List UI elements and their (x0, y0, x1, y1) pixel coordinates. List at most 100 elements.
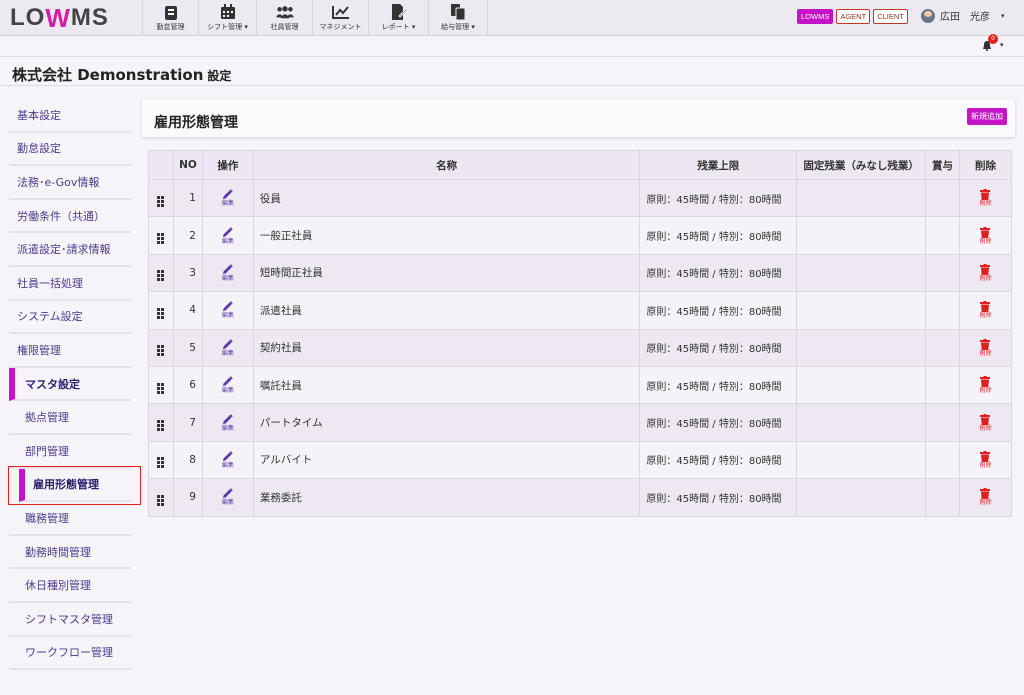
sidebar-item-employment-types[interactable]: 雇用形態管理 (19, 468, 131, 503)
sidebar-item-permissions[interactable]: 権限管理 (9, 334, 131, 368)
row-ot-limit: 原則：45時間 / 特別：80時間 (639, 253, 798, 293)
delete-button[interactable]: 削除 (959, 328, 1012, 367)
nav-attendance[interactable]: 勤怠管理 (142, 0, 198, 36)
col-ot-limit: 残業上限 (639, 150, 798, 180)
edit-button[interactable]: 編集 (201, 328, 254, 367)
row-name: アルバイト (252, 440, 641, 480)
report-edit-icon (390, 4, 408, 20)
row-no: 7 (172, 403, 203, 442)
edit-button[interactable]: 編集 (201, 440, 254, 480)
company-name: 株式会社 Demonstration (12, 66, 204, 84)
edit-button[interactable]: 編集 (201, 478, 254, 517)
delete-label: 削除 (979, 312, 992, 320)
delete-button[interactable]: 削除 (959, 216, 1012, 255)
sidebar-item-dispatch-billing[interactable]: 派遣設定･請求情報 (9, 233, 131, 267)
sidebar-item-job-duties[interactable]: 職務管理 (9, 502, 131, 536)
table-row: 9 編集 業務委託 原則：45時間 / 特別：80時間 削除 (148, 478, 1012, 517)
badge-lowms[interactable]: LOWMS (797, 9, 834, 24)
badge-agent[interactable]: AGENT (836, 9, 871, 24)
row-no: 3 (172, 253, 203, 293)
delete-button[interactable]: 削除 (959, 478, 1012, 517)
sidebar-item-work-hours[interactable]: 勤務時間管理 (9, 535, 131, 570)
drag-handle[interactable] (148, 216, 174, 255)
sidebar-item-departments[interactable]: 部門管理 (9, 434, 131, 469)
pencil-icon (223, 264, 234, 274)
row-ot-limit: 原則：45時間 / 特別：80時間 (639, 478, 798, 517)
drag-handle[interactable] (148, 365, 174, 405)
nav-employees[interactable]: 社員管理 (256, 0, 312, 36)
delete-button[interactable]: 削除 (959, 365, 1012, 405)
pencil-icon (223, 451, 234, 461)
badge-client[interactable]: CLIENT (873, 9, 908, 24)
notification-menu[interactable]: 0 ▾ (980, 34, 1010, 56)
delete-label: 削除 (979, 274, 992, 282)
drag-handle[interactable] (148, 403, 174, 442)
delete-button[interactable]: 削除 (959, 440, 1012, 480)
logo-text-pre: LO (10, 4, 46, 31)
sidebar-item-attendance[interactable]: 勤怠設定 (9, 132, 131, 167)
divider (0, 85, 1024, 86)
delete-label: 削除 (979, 424, 992, 432)
sidebar-item-legal-egov[interactable]: 法務･e-Gov情報 (9, 166, 131, 200)
row-no: 4 (172, 291, 203, 330)
edit-button[interactable]: 編集 (201, 253, 254, 293)
lowms-logo[interactable]: LO W MS (10, 2, 109, 33)
nav-payroll[interactable]: 給与管理 ▾ (428, 0, 488, 36)
edit-button[interactable]: 編集 (201, 291, 254, 330)
edit-label: 編集 (221, 237, 234, 245)
trash-icon (980, 413, 991, 425)
sidebar-item-bulk-employee[interactable]: 社員一括処理 (9, 266, 131, 301)
clipboard-icon (162, 4, 180, 20)
col-delete: 削除 (959, 150, 1012, 180)
sidebar-item-system[interactable]: システム設定 (9, 300, 131, 335)
avatar (921, 8, 935, 23)
drag-handle[interactable] (148, 291, 174, 330)
delete-button[interactable]: 削除 (959, 403, 1012, 442)
drag-handle[interactable] (148, 178, 174, 218)
delete-button[interactable]: 削除 (959, 178, 1012, 218)
main-nav: 勤怠管理 シフト管理 ▾ 社員管理 マネジメント レポート ▾ 給与管理 ▾ (142, 0, 488, 36)
drag-handle-icon (157, 195, 165, 207)
row-name: パートタイム (252, 403, 641, 442)
logo-text-w: W (45, 2, 71, 33)
sidebar-item-basic[interactable]: 基本設定 (9, 99, 131, 133)
sidebar-item-workflow[interactable]: ワークフロー管理 (9, 636, 131, 671)
row-bonus (925, 216, 960, 255)
nav-report[interactable]: レポート ▾ (368, 0, 428, 36)
sidebar-item-shift-master[interactable]: シフトマスタ管理 (9, 602, 131, 637)
table-row: 7 編集 パートタイム 原則：45時間 / 特別：80時間 削除 (148, 403, 1012, 442)
pencil-icon (223, 488, 234, 499)
divider (0, 56, 1024, 57)
sidebar-item-labor-conditions[interactable]: 労働条件（共通） (9, 199, 131, 234)
table-row: 1 編集 役員 原則：45時間 / 特別：80時間 削除 (148, 178, 1012, 218)
row-no: 2 (172, 216, 203, 255)
edit-button[interactable]: 編集 (201, 178, 254, 218)
nav-shift[interactable]: シフト管理 ▾ (198, 0, 256, 36)
drag-handle[interactable] (148, 253, 174, 293)
nav-management[interactable]: マネジメント (312, 0, 368, 36)
user-menu[interactable]: 広田 光彦 ▾ (921, 8, 1005, 23)
edit-button[interactable]: 編集 (201, 216, 254, 255)
pencil-icon (223, 376, 234, 387)
delete-button[interactable]: 削除 (959, 253, 1012, 293)
delete-label: 削除 (979, 387, 992, 395)
edit-button[interactable]: 編集 (201, 403, 254, 442)
row-ot-limit: 原則：45時間 / 特別：80時間 (639, 178, 798, 218)
drag-handle[interactable] (148, 440, 174, 480)
drag-handle[interactable] (148, 328, 174, 367)
edit-label: 編集 (221, 200, 234, 208)
sidebar-item-master[interactable]: マスタ設定 (9, 367, 131, 402)
edit-button[interactable]: 編集 (201, 365, 254, 405)
row-no: 8 (172, 440, 203, 480)
row-ot-limit: 原則：45時間 / 特別：80時間 (639, 365, 798, 405)
role-badges: LOWMS AGENT CLIENT (797, 9, 908, 24)
delete-button[interactable]: 削除 (959, 291, 1012, 330)
table-row: 8 編集 アルバイト 原則：45時間 / 特別：80時間 削除 (148, 440, 1012, 480)
edit-label: 編集 (221, 499, 234, 507)
top-navbar: LO W MS 勤怠管理 シフト管理 ▾ 社員管理 マネジメント レポート ▾ 給与… (0, 0, 1024, 36)
settings-sidebar: 基本設定 勤怠設定 法務･e-Gov情報 労働条件（共通） 派遣設定･請求情報 … (9, 99, 131, 671)
sidebar-item-locations[interactable]: 拠点管理 (9, 401, 131, 435)
drag-handle[interactable] (148, 478, 174, 517)
sidebar-item-holiday-types[interactable]: 休日種別管理 (9, 569, 131, 603)
add-new-button[interactable]: 新規追加 (967, 108, 1007, 125)
